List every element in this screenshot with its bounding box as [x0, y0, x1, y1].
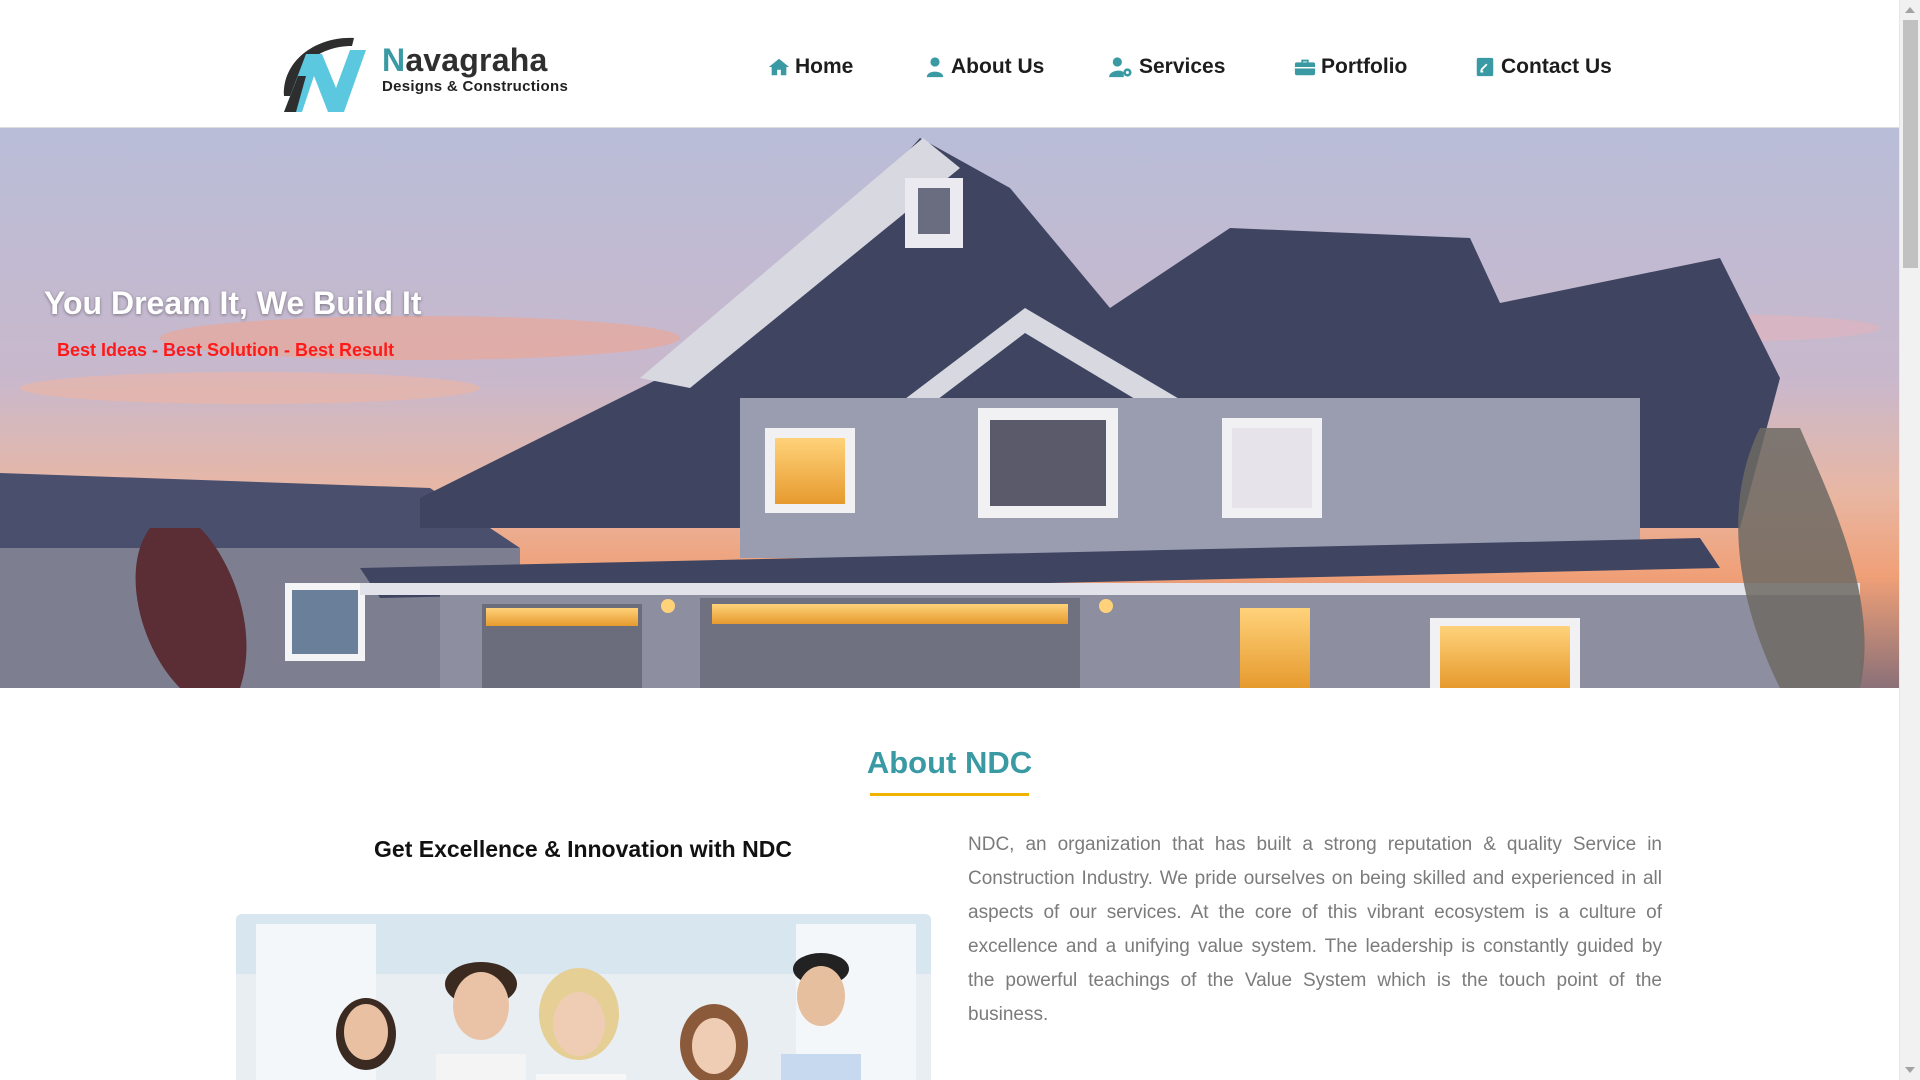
brand-name-initial: N	[382, 41, 406, 78]
site-logo[interactable]: Navagraha Designs & Constructions	[276, 26, 576, 112]
logo-mark-icon	[283, 37, 366, 112]
user-icon	[926, 57, 944, 78]
hero-banner: You Dream It, We Build It Best Ideas - B…	[0, 128, 1899, 688]
contact-card-icon	[1476, 57, 1494, 77]
brand-name: Navagraha	[382, 43, 568, 77]
nav-home[interactable]: Home	[768, 55, 853, 79]
site-header: Navagraha Designs & Constructions Home A…	[0, 0, 1899, 128]
nav-services-label: Services	[1139, 55, 1226, 78]
scroll-down-arrow-icon[interactable]	[1905, 1067, 1915, 1073]
page: Navagraha Designs & Constructions Home A…	[0, 0, 1920, 1080]
nav-portfolio-label: Portfolio	[1321, 55, 1408, 78]
nav-home-label: Home	[795, 55, 854, 78]
scrollbar-thumb[interactable]	[1903, 20, 1918, 268]
nav-contact-us[interactable]: Contact Us	[1474, 55, 1612, 79]
nav-about-us-label: About Us	[951, 55, 1045, 78]
hero-subtitle: Best Ideas - Best Solution - Best Result	[57, 340, 395, 360]
brand-name-rest: avagraha	[405, 41, 548, 78]
team-photo	[236, 914, 931, 1080]
logo-text: Navagraha Designs & Constructions	[382, 43, 568, 96]
about-heading-underline	[870, 793, 1029, 796]
browser-viewport: Navagraha Designs & Constructions Home A…	[0, 0, 1899, 1080]
hero-title: You Dream It, We Build It	[44, 285, 422, 321]
user-gear-icon	[1109, 57, 1132, 78]
scroll-up-arrow-icon[interactable]	[1905, 7, 1915, 13]
brand-tagline: Designs & Constructions	[382, 77, 569, 95]
hero-house-image	[0, 128, 1899, 688]
nav-contact-us-label: Contact Us	[1501, 55, 1612, 78]
page-scrollbar[interactable]	[1899, 0, 1920, 1080]
briefcase-icon	[1294, 59, 1316, 76]
nav-about-us[interactable]: About Us	[924, 55, 1044, 79]
nav-services[interactable]: Services	[1108, 55, 1225, 79]
about-subheading: Get Excellence & Innovation with NDC	[374, 836, 792, 862]
nav-portfolio[interactable]: Portfolio	[1294, 55, 1407, 79]
home-icon	[768, 58, 790, 76]
about-body-text: NDC, an organization that has built a st…	[968, 834, 1662, 1025]
about-heading: About NDC	[866, 745, 1033, 780]
